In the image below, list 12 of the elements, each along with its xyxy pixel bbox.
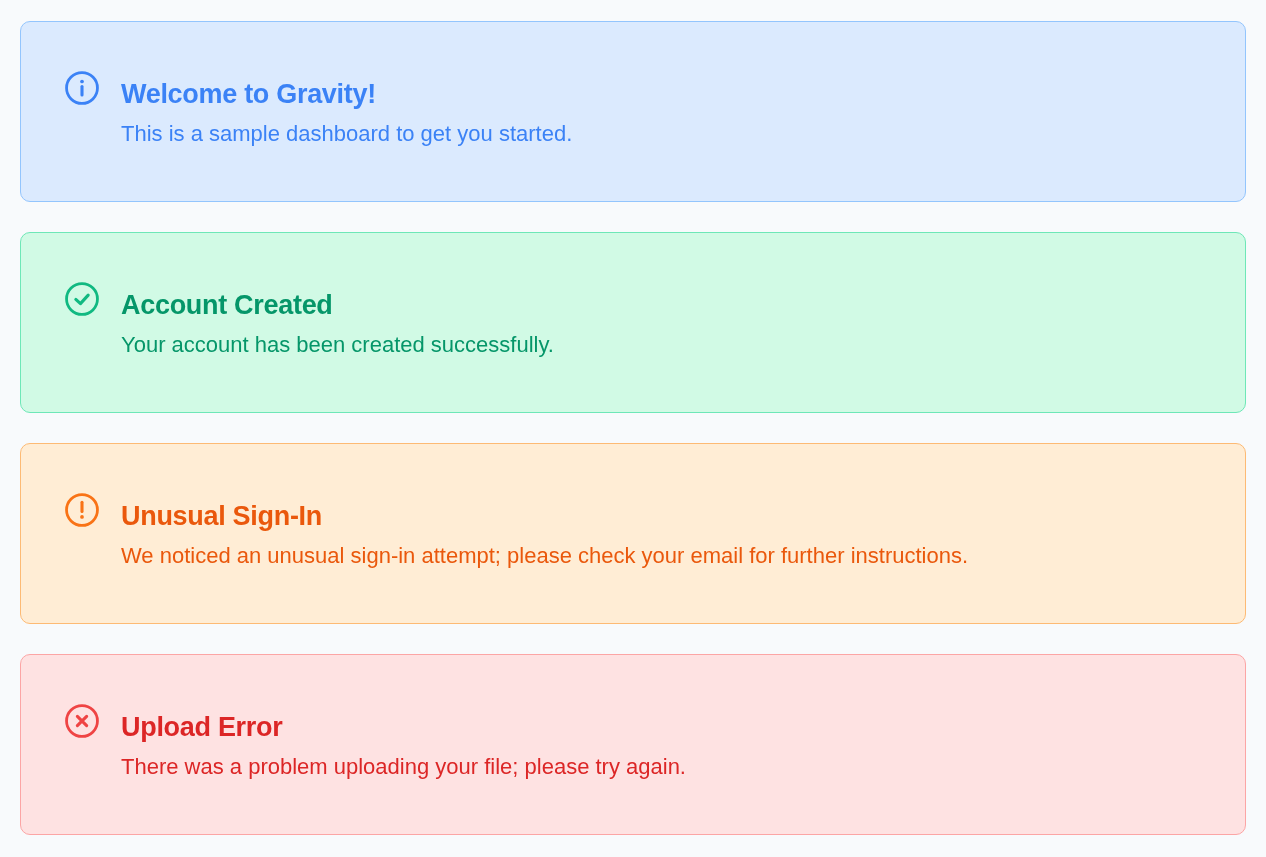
alert-message: There was a problem uploading your file; please try again. [121,752,686,781]
error-icon [65,704,99,738]
alert-title: Upload Error [121,710,284,744]
alert-message: Your account has been created successfully. [121,330,554,359]
alert-title: Unusual Sign-In [121,499,323,533]
alert-message: We noticed an unusual sign-in attempt; please check your email for further instructions. [121,541,969,570]
alert-title: Account Created [121,288,334,322]
check-circle-icon [65,282,99,316]
alert-message: This is a sample dashboard to get you started. [121,119,573,148]
warning-icon [65,493,99,527]
alert-title: Welcome to Gravity! [121,77,377,111]
info-icon [65,71,99,105]
